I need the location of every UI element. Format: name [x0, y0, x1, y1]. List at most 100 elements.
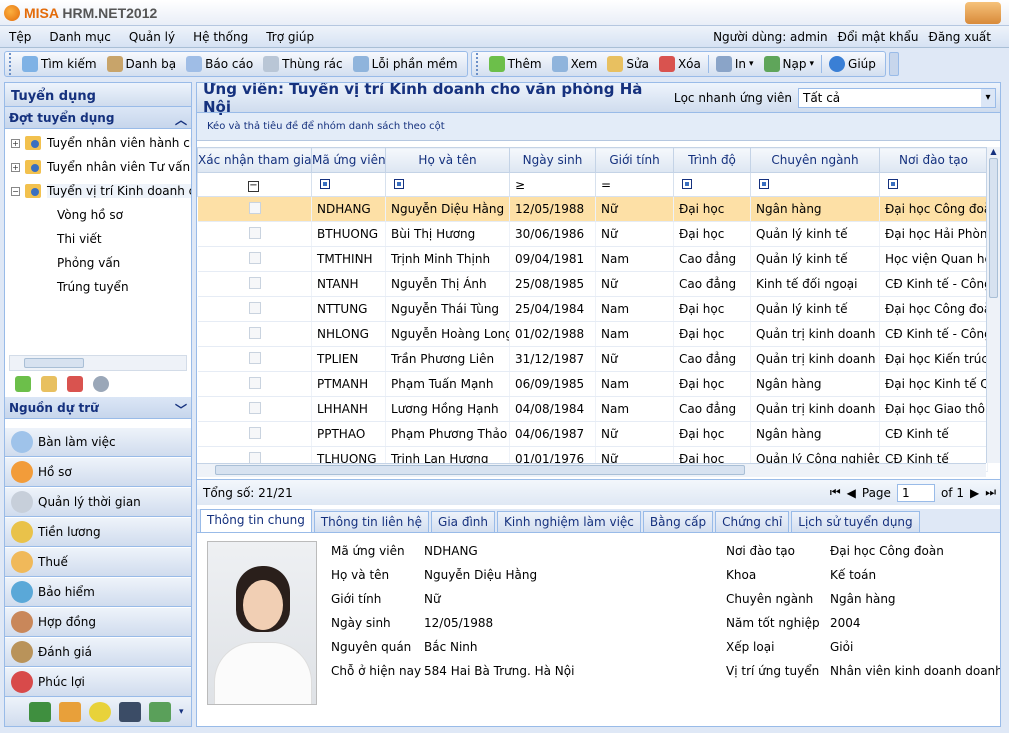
hazard-icon[interactable] — [89, 701, 111, 722]
table-row[interactable]: PTMANH Phạm Tuấn Mạnh 06/09/1985 Nam Đại học… — [197, 371, 988, 397]
table-row[interactable]: PPTHAO Phạm Phương Thảo 04/06/1987 Nữ Đại họ… — [197, 421, 988, 447]
nav-benefits[interactable]: Phúc lợi — [5, 667, 191, 697]
nav-contract[interactable]: Hợp đồng — [5, 607, 191, 637]
menu-catalog[interactable]: Danh mục — [40, 30, 120, 44]
table-row[interactable]: NDHANG Nguyễn Diệu Hằng 12/05/1988 Nữ Đại họ… — [197, 196, 988, 222]
settings-icon[interactable] — [93, 376, 109, 392]
filter-operator[interactable]: = — [601, 178, 611, 192]
logout-link[interactable]: Đăng xuất — [929, 30, 991, 44]
table-row[interactable]: NTTUNG Nguyễn Thái Tùng 25/04/1984 Nam Đại h… — [197, 296, 988, 322]
tree-item-selected[interactable]: −Tuyển vị trí Kinh doanh cho văn phòng H… — [5, 179, 191, 203]
confirm-cell[interactable] — [197, 371, 312, 397]
board-icon[interactable] — [29, 701, 51, 722]
menu-system[interactable]: Hệ thống — [184, 30, 257, 44]
col-header[interactable]: Ngày sinh — [509, 147, 596, 173]
edit-button[interactable]: Sửa — [602, 53, 654, 75]
page-input[interactable]: 1 — [896, 483, 935, 502]
filter-icon[interactable] — [320, 178, 330, 189]
tab-certificates[interactable]: Chứng chỉ — [715, 511, 790, 532]
add-button[interactable]: Thêm — [484, 53, 547, 75]
col-header[interactable]: Chuyên ngành — [750, 147, 880, 173]
confirm-cell[interactable] — [197, 296, 312, 322]
nav-salary[interactable]: Tiền lương — [5, 517, 191, 547]
tree-child[interactable]: Vòng hồ sơ — [5, 203, 191, 227]
expand-icon[interactable]: + — [11, 138, 20, 148]
scroll-up-icon[interactable]: ▲ — [987, 147, 1000, 156]
menu-manage[interactable]: Quản lý — [120, 30, 184, 44]
confirm-cell[interactable] — [197, 196, 312, 222]
prev-page-button[interactable]: ◀ — [847, 486, 856, 500]
confirm-cell[interactable] — [197, 221, 312, 247]
nav-tax[interactable]: Thuế — [5, 547, 191, 577]
tree-child[interactable]: Thi viết — [5, 227, 191, 251]
scroll-thumb[interactable] — [989, 158, 998, 298]
col-header[interactable]: Giới tính — [595, 147, 674, 173]
toolbar-grip-2[interactable] — [475, 53, 482, 75]
toolbar-overflow[interactable] — [888, 52, 899, 76]
filter-icon[interactable] — [394, 178, 404, 189]
confirm-checkbox[interactable] — [248, 226, 261, 239]
tab-general[interactable]: Thông tin chung — [200, 509, 312, 532]
print-button[interactable]: In ▾ — [711, 53, 759, 75]
nav-time[interactable]: Quản lý thời gian — [5, 487, 191, 517]
tab-family[interactable]: Gia đình — [431, 511, 496, 532]
filter-cell[interactable]: ≥ — [509, 172, 596, 197]
filter-icon[interactable] — [682, 178, 692, 189]
confirm-cell[interactable] — [197, 321, 312, 347]
report-button[interactable]: Báo cáo — [181, 53, 258, 75]
confirm-cell[interactable] — [197, 246, 312, 272]
scroll-thumb[interactable] — [24, 358, 84, 368]
nav-profiles[interactable]: Hồ sơ — [5, 457, 191, 487]
confirm-cell[interactable] — [197, 421, 312, 447]
toolbar-grip[interactable] — [9, 53, 15, 75]
tree-item[interactable]: +Tuyển nhân viên hành chính — [5, 131, 191, 155]
first-page-button[interactable]: ⏮ — [830, 485, 841, 500]
search-button[interactable]: Tìm kiếm — [17, 53, 102, 75]
view-button[interactable]: Xem — [547, 53, 603, 75]
reserve-pool-header[interactable]: Nguồn dự trữ ﹀ — [5, 397, 191, 419]
filter-cell[interactable]: − — [197, 172, 312, 197]
confirm-checkbox[interactable] — [248, 276, 261, 289]
filter-cell[interactable]: = — [595, 172, 674, 197]
confirm-checkbox[interactable] — [248, 376, 261, 389]
tab-history[interactable]: Lịch sử tuyển dụng — [791, 511, 920, 532]
confirm-checkbox[interactable] — [248, 326, 261, 339]
expand-icon[interactable]: + — [11, 162, 20, 172]
confirm-cell[interactable] — [197, 271, 312, 297]
confirm-cell[interactable] — [197, 396, 312, 422]
help-button[interactable]: Giúp — [824, 53, 881, 75]
tree-item[interactable]: + Tuyển nhân viên Tư vấn — [5, 155, 191, 179]
col-header[interactable]: Mã ứng viên — [311, 147, 386, 173]
tree-child[interactable]: Trúng tuyển — [5, 275, 191, 299]
filter-icon[interactable] — [888, 178, 898, 189]
next-page-button[interactable]: ▶ — [970, 486, 979, 500]
filter-icon[interactable] — [759, 178, 769, 189]
confirm-checkbox[interactable] — [248, 251, 261, 264]
nav-workspace[interactable]: Bàn làm việc — [5, 427, 191, 457]
delete-round-icon[interactable] — [67, 376, 83, 392]
recruitment-rounds-header[interactable]: Đợt tuyển dụng ︿ — [5, 107, 191, 129]
filter-cell[interactable] — [385, 172, 510, 197]
trash-button[interactable]: Thùng rác — [258, 53, 347, 75]
bug-report-button[interactable]: Lỗi phần mềm — [348, 53, 463, 75]
collapse-icon[interactable]: − — [11, 186, 20, 196]
col-header[interactable]: Họ và tên — [385, 147, 510, 173]
vr-icon[interactable] — [119, 701, 141, 722]
table-row[interactable]: TPLIEN Trần Phương Liên 31/12/1987 Nữ Cao đẳ… — [197, 346, 988, 372]
menu-file[interactable]: Tệp — [0, 30, 40, 44]
last-page-button[interactable]: ⏭ — [985, 485, 996, 500]
filter-cell[interactable] — [750, 172, 880, 197]
filter-toggle-icon[interactable]: − — [248, 181, 259, 192]
import-button[interactable]: Nạp ▾ — [759, 53, 819, 75]
tree-hscroll[interactable] — [9, 355, 187, 371]
add-round-icon[interactable] — [15, 376, 31, 392]
table-row[interactable]: LHHANH Lương Hồng Hạnh 04/08/1984 Nam Cao đẳ… — [197, 396, 988, 422]
chevron-down-icon[interactable]: ﹀ — [175, 401, 187, 417]
confirm-checkbox[interactable] — [248, 301, 261, 314]
table-hscroll[interactable] — [197, 463, 986, 477]
tab-experience[interactable]: Kinh nghiệm làm việc — [497, 511, 641, 532]
filter-cell[interactable] — [673, 172, 751, 197]
scroll-thumb[interactable] — [215, 465, 745, 475]
col-header[interactable]: Nơi đào tạo — [879, 147, 988, 173]
confirm-checkbox[interactable] — [248, 401, 261, 414]
